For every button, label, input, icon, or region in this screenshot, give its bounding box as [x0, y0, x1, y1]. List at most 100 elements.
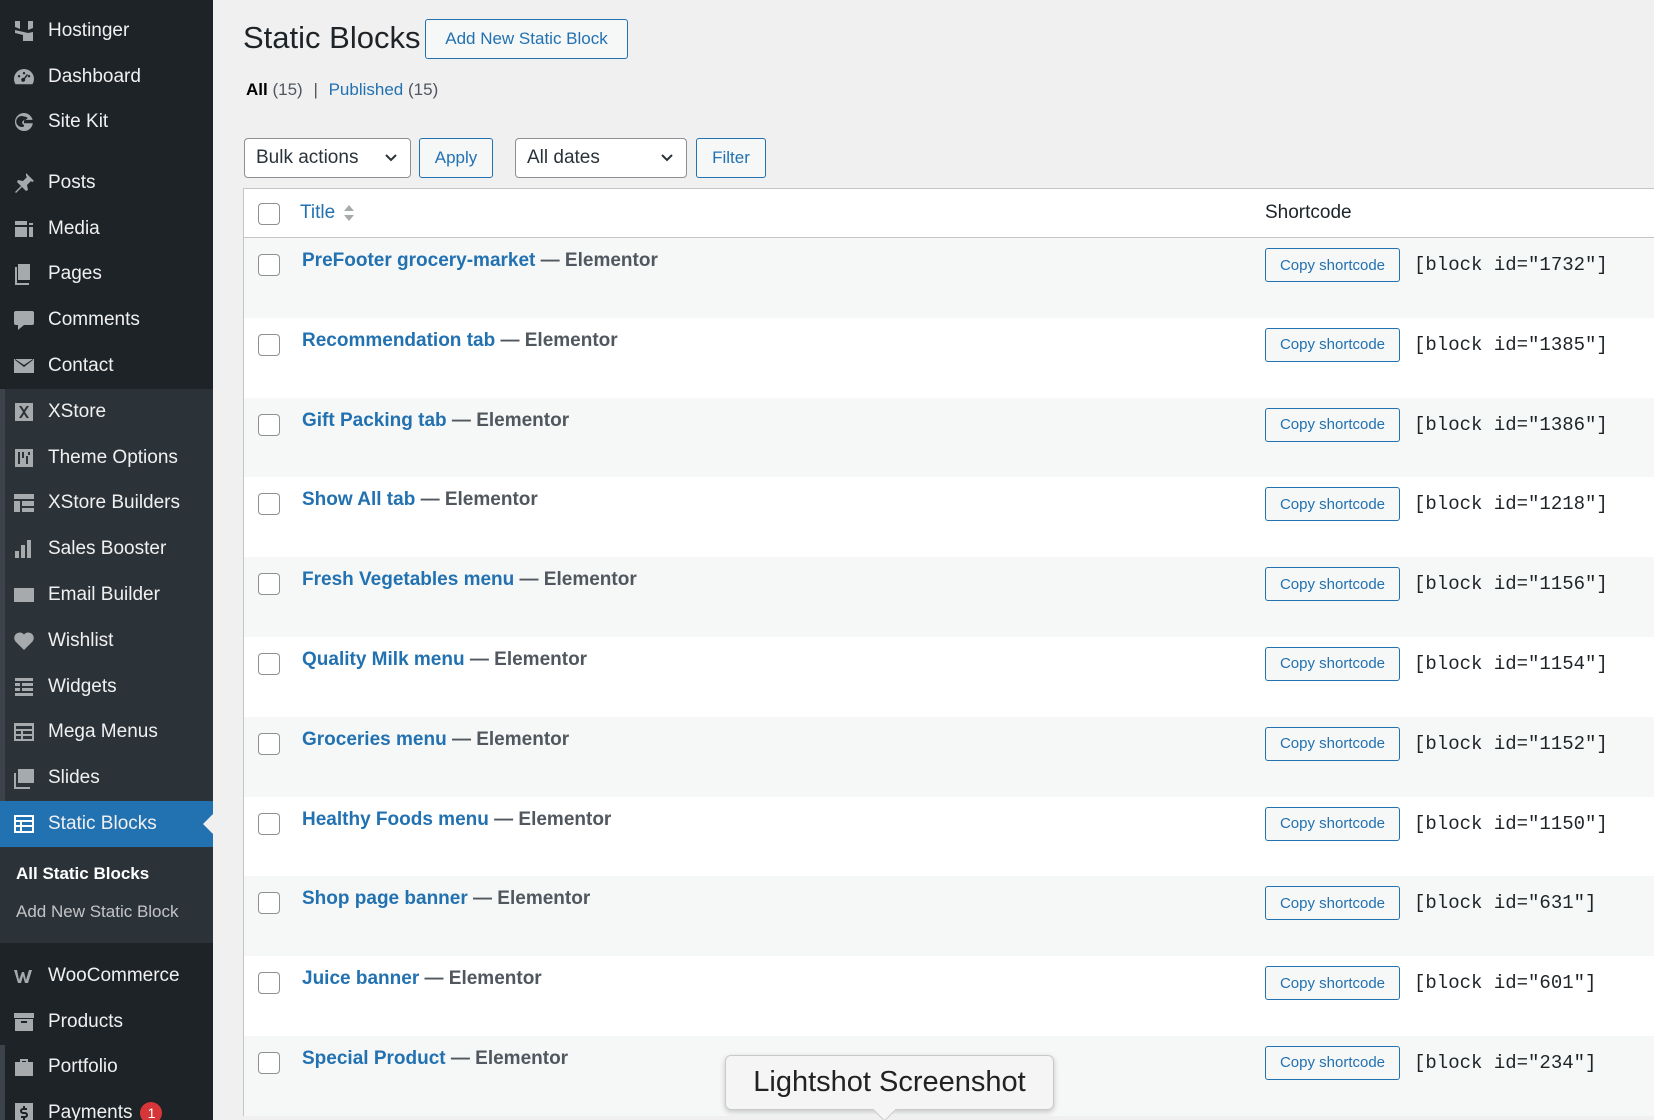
filter-all-link[interactable]: All	[246, 80, 268, 99]
page-title: Static Blocks	[243, 20, 421, 55]
row-checkbox[interactable]	[258, 972, 280, 995]
row-title-link[interactable]: Groceries menu	[302, 729, 447, 750]
sidebar-item-label: Pages	[48, 263, 102, 285]
sidebar-item-dashboard[interactable]: Dashboard	[0, 54, 213, 100]
copy-shortcode-button[interactable]: Copy shortcode	[1265, 407, 1400, 442]
column-title-label: Title	[300, 202, 336, 223]
apply-button[interactable]: Apply	[419, 138, 493, 178]
copy-shortcode-button[interactable]: Copy shortcode	[1265, 327, 1400, 362]
filter-button[interactable]: Filter	[696, 138, 766, 178]
column-title-sort[interactable]: Title	[300, 202, 355, 224]
sidebar-item-portfolio[interactable]: Portfolio	[0, 1044, 213, 1091]
admin-sidebar: Hostinger Dashboard Site Kit Posts Media Pag…	[0, 0, 213, 1120]
row-title-suffix: — Elementor	[419, 968, 542, 990]
row-title-link[interactable]: Show All tab	[302, 489, 415, 510]
row-title-link[interactable]: Quality Milk menu	[302, 649, 465, 670]
copy-shortcode-button[interactable]: Copy shortcode	[1265, 1045, 1400, 1080]
row-title-link[interactable]: Fresh Vegetables menu	[302, 569, 514, 590]
select-all-checkbox[interactable]	[258, 203, 280, 225]
row-title-link[interactable]: Special Product	[302, 1048, 446, 1069]
sidebar-active-group: Static Blocks All Static Blocks Add New …	[0, 801, 213, 943]
row-checkbox[interactable]	[258, 892, 280, 915]
static-blocks-table: Title Shortcode PreFooter grocery-market…	[243, 188, 1654, 1116]
dashboard-icon	[11, 64, 37, 90]
sidebar-item-mega-menus[interactable]: Mega Menus	[0, 709, 213, 756]
row-title-link[interactable]: Juice banner	[302, 968, 419, 989]
sidebar-item-theme-options[interactable]: Theme Options	[0, 434, 213, 481]
row-title-link[interactable]: Gift Packing tab	[302, 410, 447, 431]
sidebar-item-hostinger[interactable]: Hostinger	[0, 8, 213, 54]
sidebar-item-payments[interactable]: Payments 1	[0, 1090, 213, 1120]
media-icon	[11, 216, 37, 242]
sidebar-xstore-group: XStore Theme Options XStore Builders Sales …	[0, 389, 213, 802]
sidebar-item-label: Site Kit	[48, 111, 109, 133]
row-title: Gift Packing tab — Elementor	[302, 410, 569, 432]
table-row: Shop page banner — Elementor Copy shortco…	[244, 876, 1654, 957]
table-row: PreFooter grocery-market — Elementor Copy…	[244, 238, 1654, 318]
sidebar-item-label: Posts	[48, 171, 96, 193]
row-checkbox[interactable]	[258, 1051, 280, 1074]
sidebar-item-email-builder[interactable]: Email Builder	[0, 572, 213, 618]
sidebar-item-contact[interactable]: Contact	[0, 343, 213, 389]
sidebar-item-xstore-builders[interactable]: XStore Builders	[0, 480, 213, 527]
row-checkbox[interactable]	[258, 493, 280, 516]
row-checkbox[interactable]	[258, 333, 280, 356]
bulk-actions-select[interactable]: Bulk actions	[244, 138, 411, 178]
sidebar-item-pages[interactable]: Pages	[0, 252, 213, 298]
submenu-add-new-static-block[interactable]: Add New Static Block	[0, 893, 213, 931]
row-title-link[interactable]: Shop page banner	[302, 888, 468, 909]
copy-shortcode-button[interactable]: Copy shortcode	[1265, 726, 1400, 761]
copy-shortcode-button[interactable]: Copy shortcode	[1265, 487, 1400, 522]
portfolio-icon	[11, 1054, 37, 1080]
copy-shortcode-button[interactable]: Copy shortcode	[1265, 567, 1400, 602]
shortcode-value: [block id="601"]	[1414, 972, 1597, 995]
add-new-static-block-button[interactable]: Add New Static Block	[425, 19, 628, 59]
row-title: Shop page banner — Elementor	[302, 888, 590, 910]
dates-select[interactable]: All dates	[515, 138, 687, 178]
sidebar-item-comments[interactable]: Comments	[0, 297, 213, 343]
row-title-suffix: — Elementor	[488, 808, 612, 830]
sidebar-item-wishlist[interactable]: Wishlist	[0, 617, 213, 664]
copy-shortcode-button[interactable]: Copy shortcode	[1265, 646, 1400, 681]
static-blocks-submenu: All Static Blocks Add New Static Block	[0, 846, 213, 943]
row-title: Healthy Foods menu — Elementor	[302, 809, 611, 831]
copy-shortcode-button[interactable]: Copy shortcode	[1265, 248, 1400, 282]
sidebar-item-site-kit[interactable]: Site Kit	[0, 100, 213, 146]
sidebar-item-label: Portfolio	[48, 1056, 118, 1078]
sidebar-item-xstore[interactable]: XStore	[0, 389, 213, 435]
sidebar-item-sales-booster[interactable]: Sales Booster	[0, 526, 213, 573]
row-checkbox[interactable]	[258, 413, 280, 436]
sidebar-item-posts[interactable]: Posts	[0, 160, 213, 206]
row-checkbox[interactable]	[258, 652, 280, 675]
sidebar-item-products[interactable]: Products	[0, 999, 213, 1045]
row-title-link[interactable]: PreFooter grocery-market	[302, 250, 535, 271]
row-title-link[interactable]: Recommendation tab	[302, 330, 495, 351]
sidebar-item-widgets[interactable]: Widgets	[0, 663, 213, 710]
row-title-suffix: — Elementor	[446, 409, 570, 431]
sidebar-item-label: Media	[48, 217, 100, 239]
table-row: Show All tab — Elementor Copy shortcode [b…	[244, 477, 1654, 557]
sidebar-bottom-group: WooCommerce Products Portfolio Payments 1	[0, 953, 213, 1120]
copy-shortcode-button[interactable]: Copy shortcode	[1265, 886, 1400, 921]
sidebar-item-slides[interactable]: Slides	[0, 755, 213, 802]
row-checkbox[interactable]	[258, 254, 280, 276]
row-title-link[interactable]: Healthy Foods menu	[302, 809, 489, 830]
sidebar-main-group: Posts Media Pages Comments Contact	[0, 160, 213, 389]
theme-options-icon	[11, 445, 37, 471]
row-title: Special Product — Elementor	[302, 1048, 568, 1070]
chevron-down-icon	[661, 154, 673, 162]
row-checkbox[interactable]	[258, 812, 280, 835]
copy-shortcode-button[interactable]: Copy shortcode	[1265, 966, 1400, 1001]
sidebar-item-label: Mega Menus	[48, 721, 158, 743]
column-shortcode-label: Shortcode	[1265, 202, 1352, 223]
submenu-all-static-blocks[interactable]: All Static Blocks	[0, 855, 213, 893]
sidebar-item-woocommerce[interactable]: WooCommerce	[0, 953, 213, 999]
filter-published-link[interactable]: Published	[329, 80, 404, 99]
sidebar-top-group: Hostinger Dashboard Site Kit	[0, 8, 213, 146]
sidebar-item-static-blocks[interactable]: Static Blocks	[0, 801, 213, 847]
row-checkbox[interactable]	[258, 573, 280, 596]
sidebar-item-media[interactable]: Media	[0, 206, 213, 252]
row-title-suffix: — Elementor	[495, 329, 618, 351]
copy-shortcode-button[interactable]: Copy shortcode	[1265, 806, 1400, 841]
row-checkbox[interactable]	[258, 732, 280, 755]
